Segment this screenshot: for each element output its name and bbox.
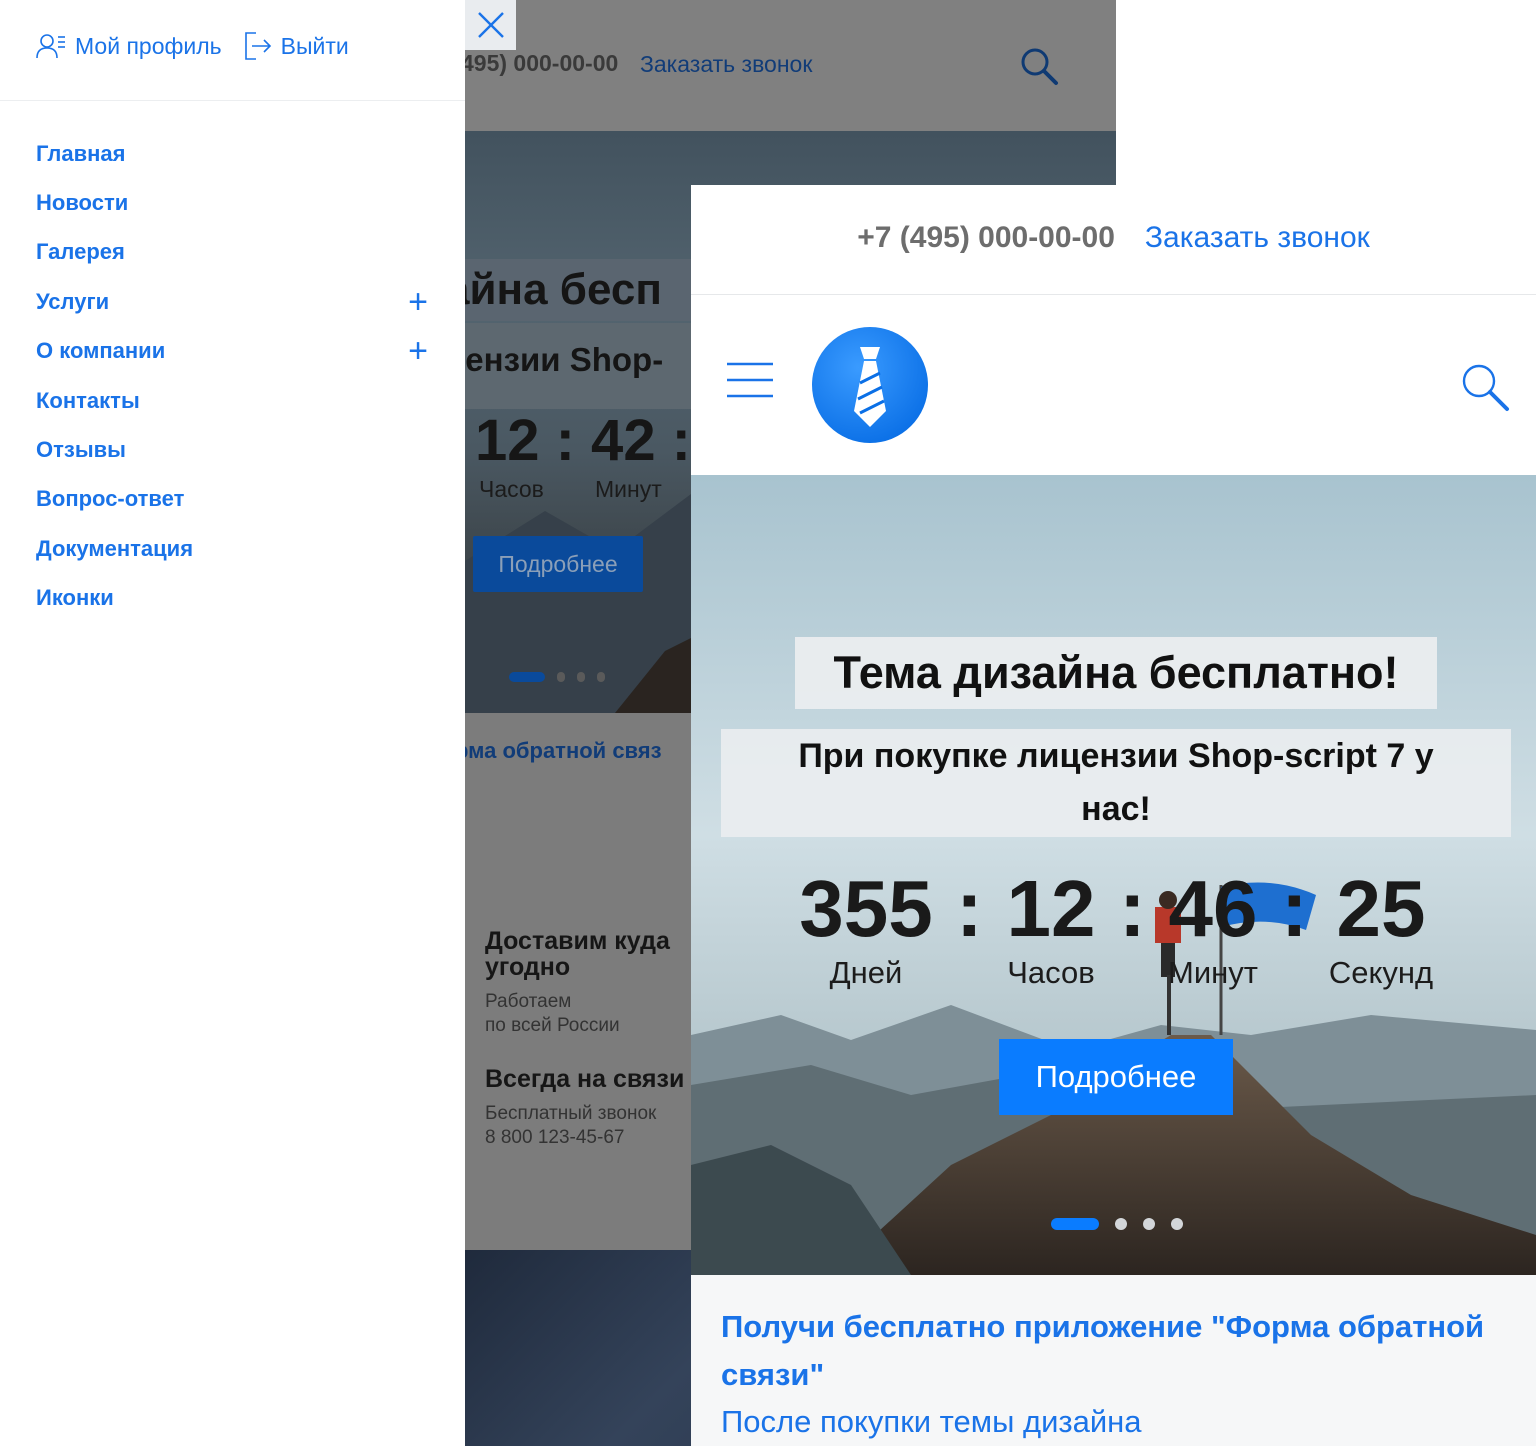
site-header bbox=[691, 295, 1536, 475]
menu-item-label: Вопрос-ответ bbox=[36, 486, 185, 512]
phone-number[interactable]: +7 (495) 000-00-00 bbox=[857, 221, 1115, 255]
bg-slider-dot bbox=[577, 672, 585, 682]
countdown-separator: : bbox=[1281, 864, 1308, 953]
bg-header: 495) 000-00-00 Заказать звонок bbox=[465, 0, 1116, 131]
countdown-seconds-label: Секунд bbox=[1328, 955, 1434, 990]
bg-feature-text-line: Бесплатный звонок bbox=[485, 1103, 657, 1124]
bg-feature-text: Бесплатный звонок 8 800 123-45-67 bbox=[485, 1102, 705, 1150]
menu-item-label: Услуги bbox=[36, 288, 110, 314]
menu-item-label: Иконки bbox=[36, 585, 114, 611]
bg-countdown: 12 : 42 : bbox=[475, 408, 691, 473]
bg-feature-text: Работаем по всей России bbox=[485, 990, 705, 1038]
bg-slider-dot bbox=[597, 672, 605, 682]
hero-title: Тема дизайна бесплатно! bbox=[795, 637, 1437, 709]
countdown-timer: 355 Дней : 12 Часов : 46 Минут : 25 Секу… bbox=[691, 865, 1536, 1005]
top-contact-bar: +7 (495) 000-00-00 Заказать звонок bbox=[691, 185, 1536, 295]
close-drawer-button[interactable] bbox=[465, 0, 516, 50]
countdown-hours-value: 12 bbox=[1006, 864, 1096, 953]
countdown-minutes-label: Минут bbox=[1168, 955, 1258, 990]
menu-item-label: О компании bbox=[36, 338, 166, 364]
menu-item-label: Контакты bbox=[36, 387, 140, 413]
menu-item-icons[interactable]: Иконки bbox=[0, 574, 465, 623]
search-icon[interactable] bbox=[1459, 361, 1511, 413]
countdown-days-label: Дней bbox=[829, 955, 903, 990]
bg-callback-link: Заказать звонок bbox=[640, 51, 813, 77]
promo-link[interactable]: Получи бесплатно приложение "Форма обрат… bbox=[721, 1303, 1506, 1399]
menu-item-documentation[interactable]: Документация bbox=[0, 524, 465, 573]
logout-icon bbox=[244, 32, 271, 60]
countdown-hours: 12 Часов bbox=[991, 865, 1111, 991]
bg-slider-dot bbox=[557, 672, 565, 682]
menu-item-label: Новости bbox=[36, 190, 129, 216]
drawer-menu: Главная Новости Галерея Услуги + О компан… bbox=[0, 129, 465, 623]
menu-item-label: Галерея bbox=[36, 239, 125, 265]
menu-item-home[interactable]: Главная bbox=[0, 129, 465, 178]
hero-slider: Тема дизайна бесплатно! При покупке лице… bbox=[691, 475, 1536, 1275]
bg-slider-dot bbox=[509, 672, 545, 682]
countdown-minutes: 46 Минут bbox=[1153, 865, 1273, 991]
menu-item-faq[interactable]: Вопрос-ответ bbox=[0, 475, 465, 524]
menu-item-about[interactable]: О компании + bbox=[0, 327, 465, 376]
menu-item-contacts[interactable]: Контакты bbox=[0, 376, 465, 425]
callback-link[interactable]: Заказать звонок bbox=[1145, 221, 1370, 255]
bg-feature-title: Доставим куда угодно bbox=[485, 927, 670, 981]
menu-item-services[interactable]: Услуги + bbox=[0, 277, 465, 326]
plus-icon[interactable]: + bbox=[407, 285, 429, 319]
drawer-account-bar: Мой профиль Выйти bbox=[0, 0, 465, 101]
mobile-page-preview: +7 (495) 000-00-00 Заказать звонок Тема … bbox=[691, 185, 1536, 1446]
promo-block: Получи бесплатно приложение "Форма обрат… bbox=[691, 1275, 1536, 1446]
more-button[interactable]: Подробнее bbox=[999, 1039, 1233, 1115]
bg-hero-title: айна бесп bbox=[465, 259, 705, 321]
logout-label: Выйти bbox=[280, 32, 349, 59]
slider-dot-2[interactable] bbox=[1115, 1218, 1127, 1230]
bg-search-icon bbox=[1021, 48, 1058, 85]
countdown-days: 355 Дней bbox=[791, 865, 941, 991]
countdown-seconds-value: 25 bbox=[1336, 864, 1426, 953]
my-profile-label: Мой профиль bbox=[75, 32, 222, 59]
countdown-separator: : bbox=[956, 864, 983, 953]
countdown-seconds: 25 Секунд bbox=[1316, 865, 1446, 991]
close-icon bbox=[477, 12, 504, 38]
slider-dot-4[interactable] bbox=[1171, 1218, 1183, 1230]
bg-promo-link: рма обратной связ bbox=[465, 738, 662, 763]
hero-subtitle: При покупке лицензии Shop-script 7 у нас… bbox=[721, 729, 1511, 837]
menu-item-reviews[interactable]: Отзывы bbox=[0, 425, 465, 474]
bg-hero-subtitle: цензии Shop- bbox=[465, 323, 705, 409]
user-icon bbox=[36, 34, 65, 59]
plus-icon[interactable]: + bbox=[407, 334, 429, 368]
bg-feature-text-line: по всей России bbox=[485, 1015, 620, 1036]
bg-label-minutes: Минут bbox=[595, 476, 662, 502]
countdown-minutes-value: 46 bbox=[1168, 864, 1258, 953]
menu-item-gallery[interactable]: Галерея bbox=[0, 228, 465, 277]
promo-text: После покупки темы дизайна bbox=[721, 1404, 1142, 1439]
menu-item-label: Главная bbox=[36, 140, 126, 166]
tie-logo-icon[interactable] bbox=[810, 325, 930, 445]
bg-feature-text-line: Работаем bbox=[485, 991, 572, 1012]
countdown-separator: : bbox=[1119, 864, 1146, 953]
menu-item-label: Отзывы bbox=[36, 437, 126, 463]
menu-item-label: Документация bbox=[36, 535, 194, 561]
bg-more-button: Подробнее bbox=[473, 536, 643, 592]
slider-dot-1[interactable] bbox=[1051, 1218, 1099, 1230]
slider-dot-3[interactable] bbox=[1143, 1218, 1155, 1230]
hamburger-icon[interactable] bbox=[727, 361, 773, 399]
bg-feature-text-line: 8 800 123-45-67 bbox=[485, 1127, 625, 1148]
bg-feature-title: Всегда на связи bbox=[485, 1065, 685, 1093]
menu-item-news[interactable]: Новости bbox=[0, 178, 465, 227]
my-profile-link[interactable]: Мой профиль bbox=[36, 33, 222, 60]
countdown-hours-label: Часов bbox=[1007, 955, 1095, 990]
countdown-days-value: 355 bbox=[799, 864, 933, 953]
logout-link[interactable]: Выйти bbox=[244, 31, 349, 61]
bg-phone: 495) 000-00-00 bbox=[465, 50, 619, 76]
bg-label-hours: Часов bbox=[479, 476, 544, 502]
side-drawer: Мой профиль Выйти Главная Новости Галере… bbox=[0, 0, 465, 1446]
